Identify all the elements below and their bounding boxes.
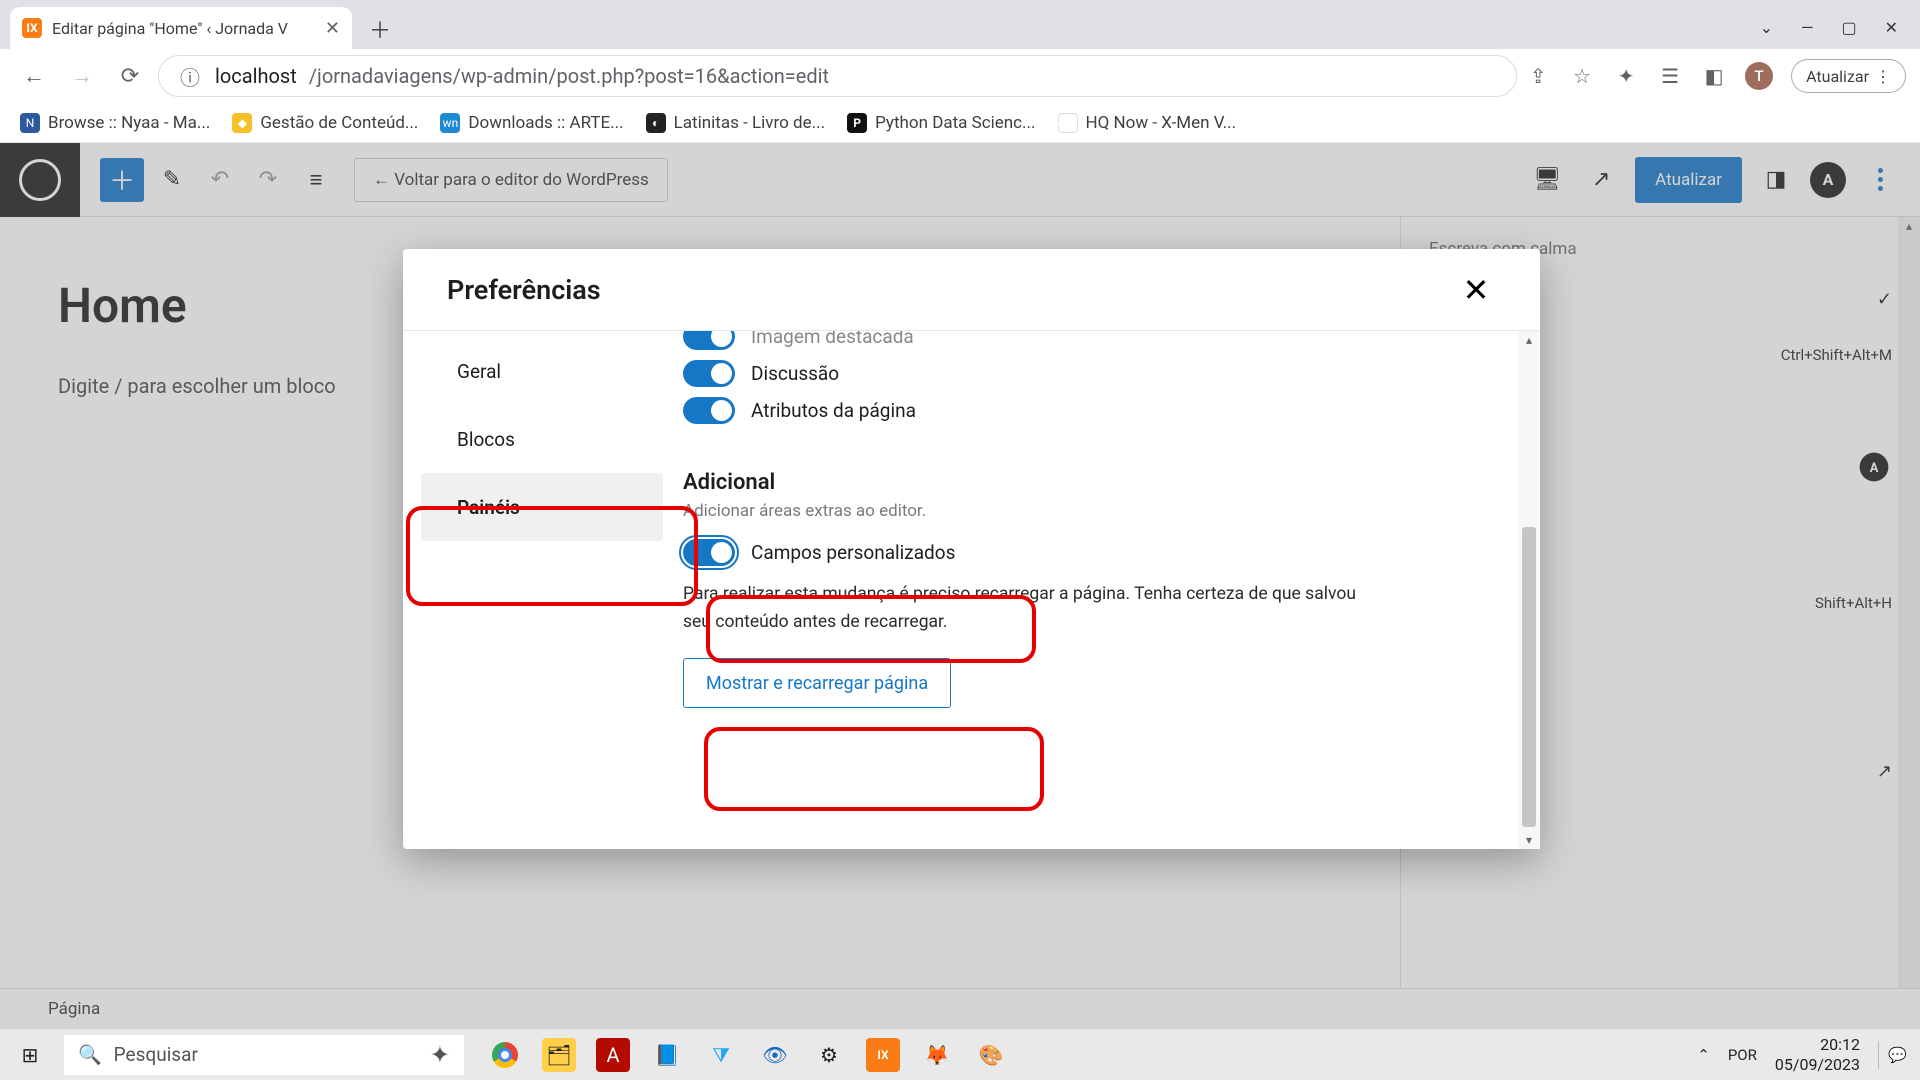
- windows-taskbar: ⊞ 🔍 Pesquisar ✦ 🗂 A 📘 ⧩ 👁 ⚙ ΙΧ 🦊 🎨 ⌃ POR…: [0, 1028, 1920, 1080]
- favicon-icon: ◆: [232, 113, 252, 133]
- bookmark-item[interactable]: ◐Latinitas - Livro de...: [646, 113, 825, 133]
- annotation-highlight: [706, 595, 1036, 663]
- taskbar-app-explorer[interactable]: 🗂: [542, 1038, 576, 1072]
- close-modal-button[interactable]: ✕: [1456, 270, 1496, 310]
- share-icon[interactable]: ⇪: [1525, 63, 1551, 89]
- back-button[interactable]: ←: [14, 56, 54, 96]
- taskbar-app-xampp[interactable]: ΙΧ: [866, 1038, 900, 1072]
- window-minimize-icon[interactable]: —: [1801, 18, 1814, 37]
- taskbar-app-vscode[interactable]: ⧩: [704, 1038, 738, 1072]
- bookmark-item[interactable]: ◆Gestão de Conteúd...: [232, 113, 418, 133]
- taskbar-app-gimp[interactable]: 🦊: [920, 1038, 954, 1072]
- browser-tab-active[interactable]: ΙΧ Editar página "Home" ‹ Jornada V ✕: [10, 7, 352, 49]
- tray-language[interactable]: POR: [1728, 1046, 1757, 1064]
- start-button[interactable]: ⊞: [0, 1029, 60, 1080]
- nav-tab-blocks[interactable]: Blocos: [421, 405, 663, 473]
- close-tab-icon[interactable]: ✕: [325, 18, 340, 39]
- window-maximize-icon[interactable]: ▢: [1841, 18, 1856, 37]
- forward-button: →: [62, 56, 102, 96]
- chevron-down-icon[interactable]: ⌄: [1760, 18, 1773, 37]
- bookmark-star-icon[interactable]: ☆: [1569, 63, 1595, 89]
- taskbar-search[interactable]: 🔍 Pesquisar ✦: [64, 1035, 464, 1075]
- bookmark-item[interactable]: wnDownloads :: ARTE...: [440, 113, 623, 133]
- url-path: /jornadaviagens/wp-admin/post.php?post=1…: [309, 64, 829, 88]
- toggle-page-attributes[interactable]: [683, 397, 735, 424]
- new-tab-button[interactable]: ＋: [362, 11, 398, 47]
- tab-title: Editar página "Home" ‹ Jornada V: [52, 19, 288, 38]
- system-tray[interactable]: ⌃ POR 20:12 05/09/2023 💬: [1683, 1035, 1920, 1073]
- address-bar[interactable]: ⓘ localhost/jornadaviagens/wp-admin/post…: [158, 55, 1517, 97]
- taskbar-app-acrobat[interactable]: A: [596, 1038, 630, 1072]
- site-info-icon[interactable]: ⓘ: [177, 63, 203, 89]
- chrome-update-button[interactable]: Atualizar ⋮: [1791, 59, 1906, 93]
- browser-tab-strip: ΙΧ Editar página "Home" ‹ Jornada V ✕ ＋ …: [0, 0, 1920, 49]
- wordpress-editor: ＋ ✎ ↶ ↷ ≡ ← Voltar para o editor do Word…: [0, 143, 1920, 1028]
- favicon-icon: wn: [440, 113, 460, 133]
- taskbar-app-book[interactable]: 📘: [650, 1038, 684, 1072]
- toggle-discussion[interactable]: [683, 360, 735, 387]
- taskbar-app-preview[interactable]: 👁: [758, 1038, 792, 1072]
- reload-page-button[interactable]: Mostrar e recarregar página: [683, 658, 951, 708]
- favicon-icon: ◐: [646, 113, 666, 133]
- taskbar-app-settings[interactable]: ⚙: [812, 1038, 846, 1072]
- section-heading: Adicional: [683, 470, 1500, 495]
- taskbar-app-chrome[interactable]: [488, 1038, 522, 1072]
- extensions-icon[interactable]: ✦: [1613, 63, 1639, 89]
- profile-avatar[interactable]: T: [1745, 62, 1773, 90]
- tray-chevron-icon[interactable]: ⌃: [1697, 1046, 1710, 1064]
- kebab-icon: ⋮: [1875, 67, 1891, 86]
- annotation-highlight: [704, 727, 1044, 811]
- xampp-icon: ΙΧ: [22, 18, 42, 38]
- modal-title: Preferências: [447, 274, 601, 306]
- favicon-icon: New!: [1058, 113, 1078, 133]
- search-icon: 🔍: [78, 1043, 102, 1066]
- scrollbar[interactable]: ▴ ▾: [1518, 331, 1540, 849]
- section-subtitle: Adicionar áreas extras ao editor.: [683, 501, 1500, 521]
- reading-list-icon[interactable]: ☰: [1657, 63, 1683, 89]
- favicon-icon: N: [20, 113, 40, 133]
- bookmark-item[interactable]: New!HQ Now - X-Men V...: [1058, 113, 1237, 133]
- bookmark-item[interactable]: PPython Data Scienc...: [847, 113, 1035, 133]
- search-placeholder: Pesquisar: [114, 1043, 198, 1066]
- tray-clock[interactable]: 20:12 05/09/2023: [1775, 1035, 1860, 1073]
- url-host: localhost: [215, 64, 297, 88]
- taskbar-app-paint[interactable]: 🎨: [974, 1038, 1008, 1072]
- reload-button[interactable]: ⟳: [110, 56, 150, 96]
- nav-tab-general[interactable]: Geral: [421, 337, 663, 405]
- notifications-icon[interactable]: 💬: [1878, 1041, 1906, 1069]
- toggle-featured-image[interactable]: [683, 331, 735, 350]
- browser-toolbar: ← → ⟳ ⓘ localhost/jornadaviagens/wp-admi…: [0, 49, 1920, 103]
- favicon-icon: P: [847, 113, 867, 133]
- window-close-icon[interactable]: ✕: [1885, 18, 1898, 37]
- bookmarks-bar: NBrowse :: Nyaa - Ma... ◆Gestão de Conte…: [0, 103, 1920, 143]
- side-panel-icon[interactable]: ◧: [1701, 63, 1727, 89]
- annotation-highlight: [406, 506, 698, 606]
- bookmark-item[interactable]: NBrowse :: Nyaa - Ma...: [20, 113, 210, 133]
